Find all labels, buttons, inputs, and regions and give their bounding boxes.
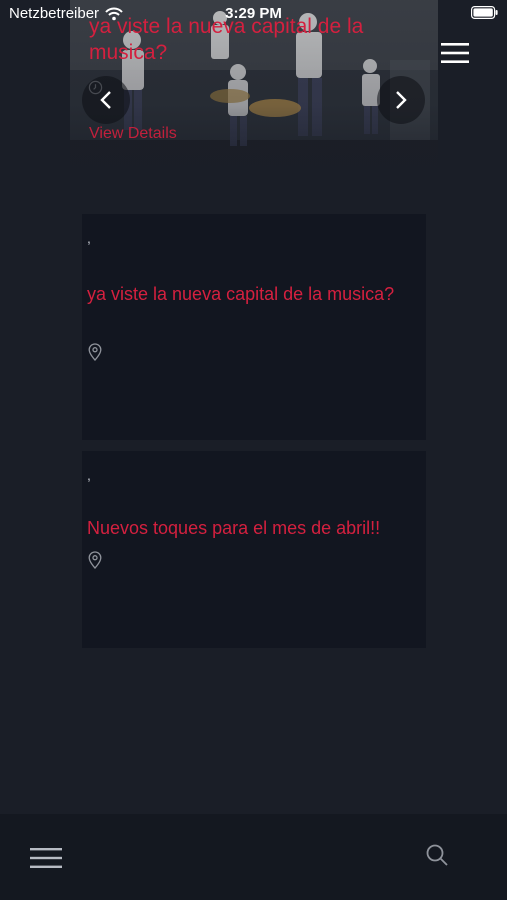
card-title[interactable]: Nuevos toques para el mes de abril!! xyxy=(87,514,397,543)
card-meta: , xyxy=(87,467,91,483)
battery-icon xyxy=(471,6,498,19)
carousel-next-button[interactable] xyxy=(377,76,425,124)
hamburger-menu-icon[interactable] xyxy=(30,847,62,869)
app-screen: ya viste la nueva capital de la musica? … xyxy=(0,0,507,900)
carousel-prev-button[interactable] xyxy=(82,76,130,124)
news-card[interactable]: , Nuevos toques para el mes de abril!! xyxy=(82,451,426,648)
view-details-link[interactable]: View Details xyxy=(89,125,177,143)
card-meta: , xyxy=(87,230,91,246)
hamburger-menu-icon[interactable] xyxy=(441,42,469,64)
status-time: 3:29 PM xyxy=(225,5,282,22)
search-icon[interactable] xyxy=(425,843,449,867)
location-pin-icon xyxy=(88,343,102,361)
chevron-left-icon xyxy=(100,91,111,109)
news-card[interactable]: , ya viste la nueva capital de la musica… xyxy=(82,214,426,440)
location-pin-icon xyxy=(88,551,102,569)
card-title[interactable]: ya viste la nueva capital de la musica? xyxy=(87,280,397,309)
status-bar: Netzbetreiber 3:29 PM xyxy=(0,0,507,26)
chevron-right-icon xyxy=(396,91,407,109)
